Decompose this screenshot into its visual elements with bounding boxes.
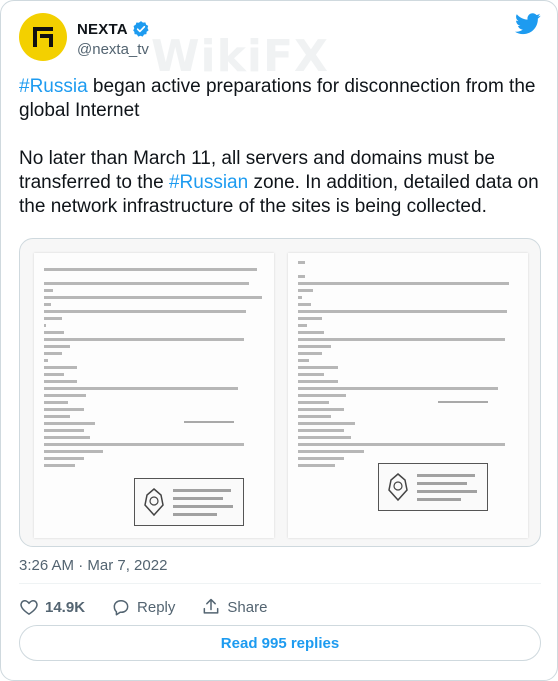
tweet-timestamp[interactable]: 3:26 AM · Mar 7, 2022	[19, 557, 167, 574]
document-text-line	[44, 429, 84, 432]
document-text-line	[298, 450, 364, 453]
tweet-media-image[interactable]: WikiFX	[19, 238, 541, 547]
document-stamp	[134, 478, 244, 526]
document-text-line	[44, 352, 62, 355]
document-text-line	[298, 415, 331, 418]
reply-label: Reply	[137, 598, 176, 616]
nexta-logo-icon	[27, 21, 59, 53]
share-label: Share	[227, 598, 268, 616]
document-text-line	[44, 457, 84, 460]
document-text-line	[44, 331, 64, 334]
document-text-line	[298, 261, 305, 264]
twitter-bird-icon[interactable]	[515, 13, 541, 35]
document-text-line	[298, 373, 325, 376]
document-text-line	[44, 268, 258, 271]
document-text-line	[298, 401, 329, 404]
document-text-line	[298, 338, 505, 341]
document-text-line	[298, 331, 325, 334]
hashtag-link[interactable]: #Russia	[19, 76, 88, 97]
signature	[438, 401, 488, 403]
document-text-line	[44, 408, 84, 411]
read-replies-button[interactable]: Read 995 replies	[19, 625, 541, 661]
document-text-line	[44, 373, 64, 376]
avatar[interactable]	[19, 13, 67, 61]
divider	[19, 583, 541, 584]
document-text-line	[298, 324, 307, 327]
coat-of-arms-icon	[388, 473, 408, 502]
user-handle[interactable]: @nexta_tv	[77, 41, 149, 58]
document-text-line	[298, 275, 305, 278]
document-text-line	[298, 352, 323, 355]
document-text-line	[298, 359, 309, 362]
tweet-text-segment: began active preparations for disconnect…	[19, 76, 536, 121]
document-text-line	[44, 394, 86, 397]
document-text-line	[44, 338, 245, 341]
hashtag-link[interactable]: #Russian	[169, 172, 248, 193]
document-text-line	[44, 303, 51, 306]
document-text-line	[298, 464, 336, 467]
document-text-line	[298, 310, 507, 313]
document-stamp	[378, 463, 488, 511]
document-page-right	[288, 253, 528, 538]
verified-badge-icon	[132, 21, 149, 37]
document-text-line	[298, 443, 505, 446]
document-text-line	[44, 436, 91, 439]
document-text-line	[298, 394, 347, 397]
document-text-line	[44, 464, 75, 467]
document-text-line	[44, 282, 249, 285]
document-text-line	[298, 289, 314, 292]
display-name[interactable]: NEXTA	[77, 21, 128, 38]
document-text-line	[44, 401, 69, 404]
document-text-line	[298, 387, 499, 390]
like-button[interactable]: 14.9K	[19, 597, 85, 617]
document-text-line	[298, 408, 345, 411]
tweet-card: NEXTA @nexta_tv WikiFX #Russia began act…	[0, 0, 558, 681]
document-text-line	[298, 317, 323, 320]
document-text-line	[44, 324, 47, 327]
like-count: 14.9K	[45, 598, 86, 616]
document-text-line	[44, 443, 245, 446]
document-text-line	[44, 380, 77, 383]
document-text-line	[44, 422, 95, 425]
document-text-line	[44, 296, 262, 299]
tweet-actions: 14.9K Reply Share	[19, 593, 293, 621]
heart-icon	[20, 599, 38, 615]
tweet-paragraph-1: #Russia began active preparations for di…	[19, 75, 541, 123]
document-text-line	[44, 345, 71, 348]
document-text-line	[298, 457, 345, 460]
document-text-line	[44, 450, 104, 453]
document-text-line	[298, 422, 356, 425]
reply-bubble-icon	[113, 600, 129, 616]
document-text-line	[44, 415, 71, 418]
tweet-text: #Russia began active preparations for di…	[19, 75, 541, 243]
reply-button[interactable]: Reply	[111, 597, 175, 617]
document-text-line	[298, 429, 345, 432]
document-text-line	[44, 289, 53, 292]
document-text-lines	[44, 261, 264, 471]
document-text-line	[44, 366, 77, 369]
document-text-line	[44, 310, 247, 313]
document-text-line	[298, 296, 303, 299]
document-text-line	[44, 317, 62, 320]
name-row: NEXTA	[77, 19, 150, 39]
document-page-left	[34, 253, 274, 538]
document-text-line	[298, 366, 338, 369]
coat-of-arms-icon	[144, 488, 164, 517]
document-text-line	[298, 436, 351, 439]
document-text-line	[298, 303, 312, 306]
document-text-line	[44, 359, 49, 362]
document-text-line	[298, 345, 331, 348]
document-text-line	[44, 387, 238, 390]
share-upload-icon	[203, 598, 219, 614]
share-button[interactable]: Share	[201, 597, 267, 617]
signature	[184, 421, 234, 423]
tweet-header: NEXTA @nexta_tv	[19, 13, 541, 63]
document-text-lines	[298, 261, 518, 471]
document-text-line	[298, 282, 510, 285]
tweet-paragraph-2: No later than March 11, all servers and …	[19, 147, 541, 219]
document-text-line	[298, 380, 338, 383]
